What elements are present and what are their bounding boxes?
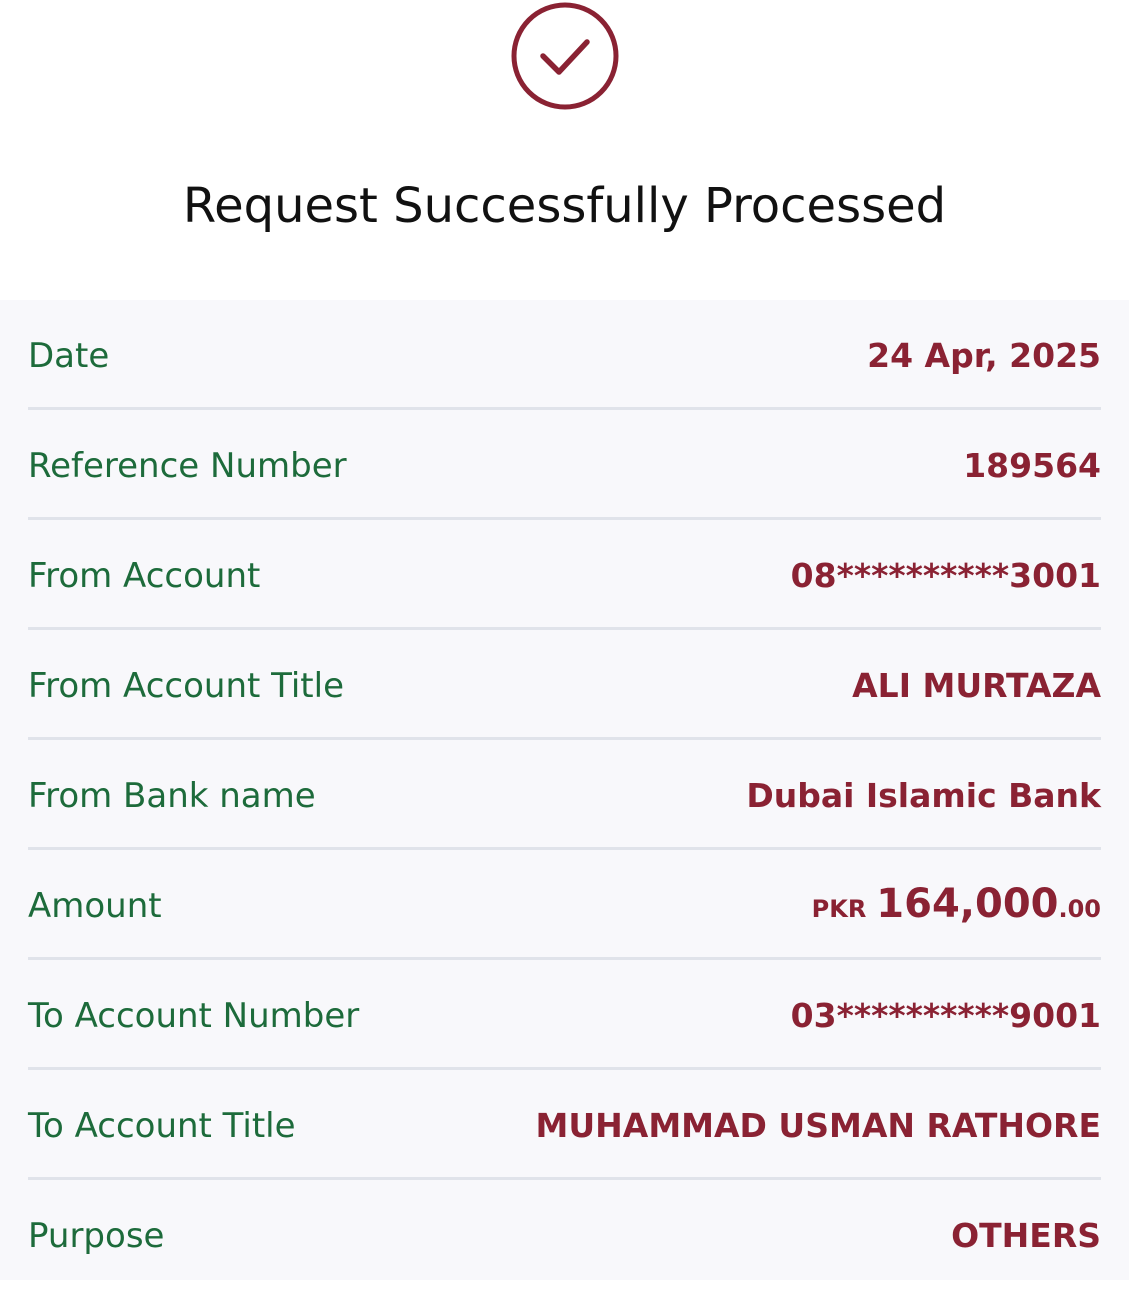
detail-row-date: Date 24 Apr, 2025	[28, 300, 1101, 410]
success-header: Request Successfully Processed	[0, 0, 1129, 300]
detail-row-to-account-number: To Account Number 03**********9001	[28, 960, 1101, 1070]
from-bank-name-value: Dubai Islamic Bank	[746, 776, 1101, 815]
date-label: Date	[28, 336, 110, 376]
detail-row-to-account-title: To Account Title MUHAMMAD USMAN RATHORE	[28, 1070, 1101, 1180]
detail-row-from-account: From Account 08**********3001	[28, 520, 1101, 630]
detail-row-purpose: Purpose OTHERS	[28, 1180, 1101, 1290]
from-account-title-value: ALI MURTAZA	[852, 666, 1101, 705]
reference-number-value: 189564	[963, 446, 1101, 485]
to-account-number-label: To Account Number	[28, 996, 360, 1036]
amount-decimal: .00	[1058, 895, 1101, 923]
amount-label: Amount	[28, 886, 162, 926]
from-bank-name-label: From Bank name	[28, 776, 316, 816]
detail-row-from-account-title: From Account Title ALI MURTAZA	[28, 630, 1101, 740]
purpose-value: OTHERS	[951, 1216, 1101, 1255]
currency-code: PKR	[811, 895, 867, 923]
purpose-label: Purpose	[28, 1216, 165, 1256]
to-account-number-value: 03**********9001	[790, 996, 1101, 1035]
amount-main: 164,000	[876, 881, 1059, 927]
reference-number-label: Reference Number	[28, 446, 347, 486]
to-account-title-label: To Account Title	[28, 1106, 296, 1146]
detail-row-amount: Amount PKR 164,000.00	[28, 850, 1101, 960]
to-account-title-value: MUHAMMAD USMAN RATHORE	[535, 1106, 1101, 1145]
page-title: Request Successfully Processed	[182, 178, 947, 234]
transaction-details-panel: Date 24 Apr, 2025 Reference Number 18956…	[0, 300, 1129, 1280]
date-value: 24 Apr, 2025	[867, 336, 1101, 375]
from-account-value: 08**********3001	[790, 556, 1101, 595]
from-account-label: From Account	[28, 556, 261, 596]
check-circle-icon	[511, 2, 619, 110]
amount-value: PKR 164,000.00	[812, 878, 1101, 938]
detail-row-reference-number: Reference Number 189564	[28, 410, 1101, 520]
detail-row-from-bank-name: From Bank name Dubai Islamic Bank	[28, 740, 1101, 850]
from-account-title-label: From Account Title	[28, 666, 344, 706]
